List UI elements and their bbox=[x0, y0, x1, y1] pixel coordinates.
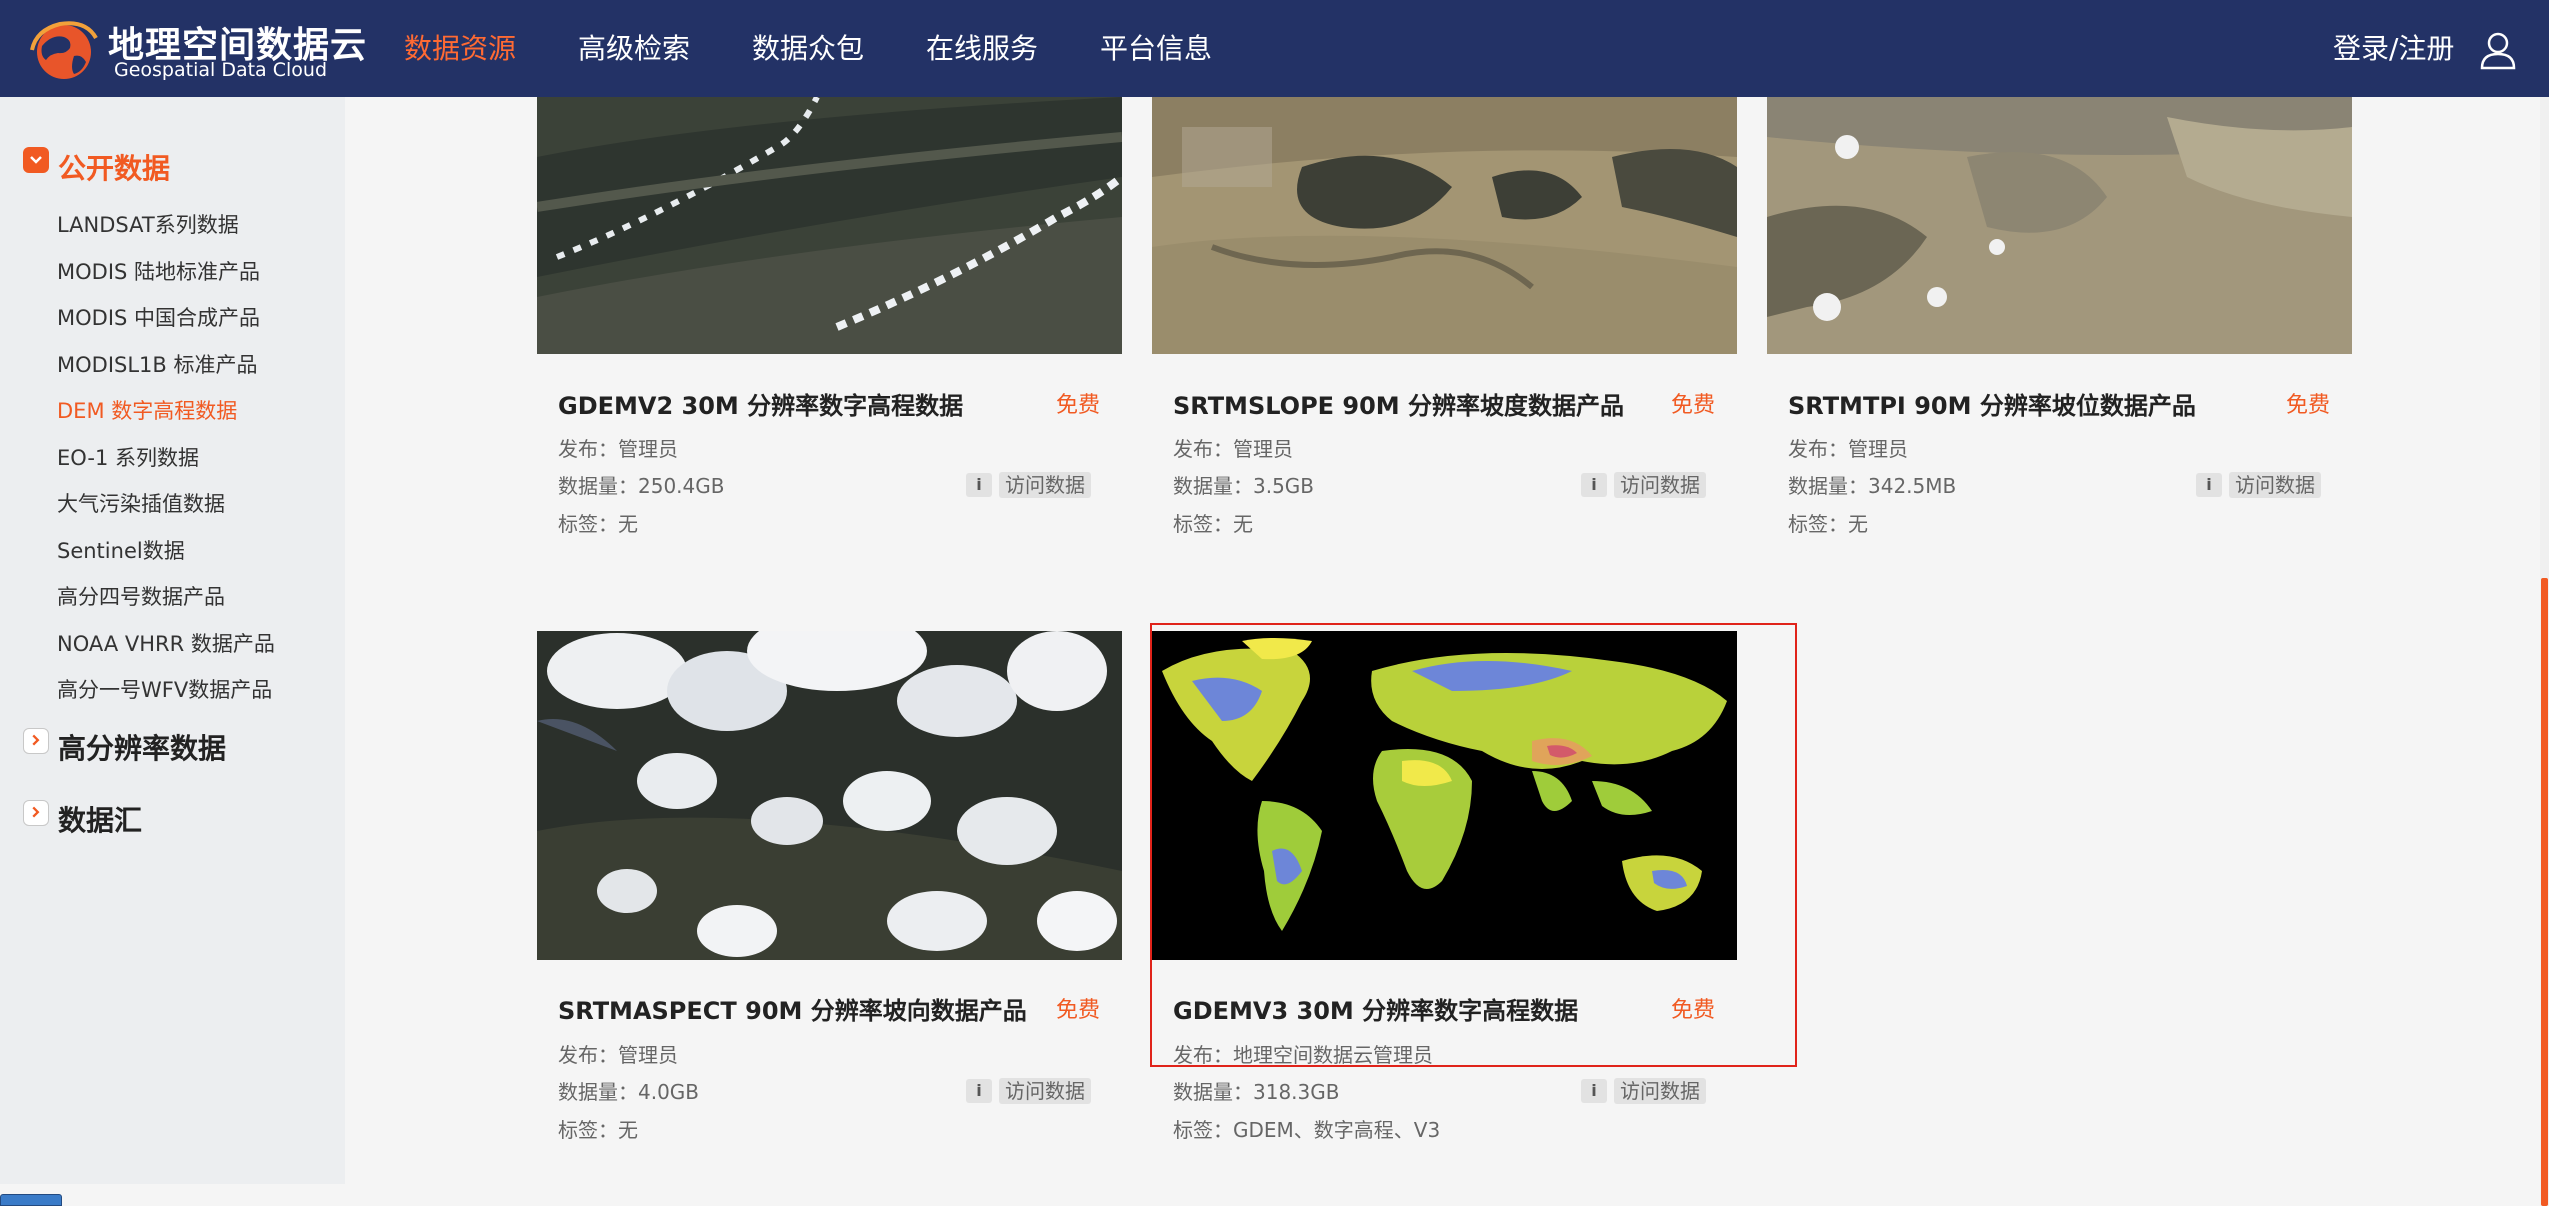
card-tags: 标签：无 bbox=[558, 512, 638, 536]
visit-data-button[interactable]: 访问数据 bbox=[1614, 472, 1706, 498]
info-icon[interactable]: i bbox=[966, 473, 992, 497]
card-thumbnail-gdemv3[interactable] bbox=[1152, 631, 1737, 960]
sidebar-item-modisl1b[interactable]: MODISL1B 标准产品 bbox=[57, 349, 257, 379]
free-badge: 免费 bbox=[1671, 998, 1716, 1023]
chevron-down-icon[interactable] bbox=[23, 147, 49, 173]
info-icon[interactable]: i bbox=[1581, 1079, 1607, 1103]
taskbar-tab[interactable] bbox=[0, 1194, 62, 1206]
card-tags: 标签：无 bbox=[1173, 512, 1253, 536]
card-size: 数据量：250.4GB bbox=[558, 474, 725, 498]
sidebar-item-modis-land[interactable]: MODIS 陆地标准产品 bbox=[57, 256, 260, 286]
card-publisher: 发布：管理员 bbox=[1173, 437, 1293, 461]
visit-data-button[interactable]: 访问数据 bbox=[2229, 472, 2321, 498]
chevron-right-icon[interactable] bbox=[23, 800, 49, 826]
login-register-link[interactable]: 登录/注册 bbox=[2333, 0, 2454, 97]
sidebar-section-public-data[interactable]: 公开数据 bbox=[58, 147, 170, 187]
card-thumbnail-gdemv2[interactable] bbox=[537, 97, 1122, 354]
card-tags: 标签：无 bbox=[558, 1118, 638, 1142]
card-publisher: 发布：管理员 bbox=[1788, 437, 1908, 461]
sidebar-section-high-resolution[interactable]: 高分辨率数据 bbox=[58, 727, 226, 767]
sidebar-item-eo1[interactable]: EO-1 系列数据 bbox=[57, 442, 199, 472]
visit-data-button[interactable]: 访问数据 bbox=[999, 1078, 1091, 1104]
card-title-gdemv3[interactable]: GDEMV3 30M 分辨率数字高程数据 bbox=[1173, 991, 1578, 1026]
nav-advanced-search[interactable]: 高级检索 bbox=[578, 0, 690, 97]
sidebar-item-gf4[interactable]: 高分四号数据产品 bbox=[57, 581, 225, 611]
info-icon[interactable]: i bbox=[2196, 473, 2222, 497]
nav-data-resources[interactable]: 数据资源 bbox=[404, 0, 516, 97]
sidebar-item-sentinel[interactable]: Sentinel数据 bbox=[57, 535, 185, 565]
card-size: 数据量：4.0GB bbox=[558, 1080, 700, 1104]
visit-data-button[interactable]: 访问数据 bbox=[999, 472, 1091, 498]
scrollbar-thumb[interactable] bbox=[2541, 578, 2548, 1206]
info-icon[interactable]: i bbox=[966, 1079, 992, 1103]
free-badge: 免费 bbox=[1671, 393, 1716, 418]
nav-crowdsourcing[interactable]: 数据众包 bbox=[752, 0, 864, 97]
sidebar-item-gf1-wfv[interactable]: 高分一号WFV数据产品 bbox=[57, 674, 272, 704]
card-thumbnail-srtmtpi[interactable] bbox=[1767, 97, 2352, 354]
card-size: 数据量：3.5GB bbox=[1173, 474, 1315, 498]
logo-subtitle: Geospatial Data Cloud bbox=[114, 59, 328, 81]
nav-platform-info[interactable]: 平台信息 bbox=[1100, 0, 1212, 97]
card-title-srtmaspect[interactable]: SRTMASPECT 90M 分辨率坡向数据产品 bbox=[558, 991, 1027, 1026]
sidebar: 公开数据 LANDSAT系列数据 MODIS 陆地标准产品 MODIS 中国合成… bbox=[0, 97, 345, 1184]
card-title-gdemv2[interactable]: GDEMV2 30M 分辨率数字高程数据 bbox=[558, 386, 963, 421]
card-thumbnail-srtmslope[interactable] bbox=[1152, 97, 1737, 354]
free-badge: 免费 bbox=[1056, 998, 1101, 1023]
card-title-srtmslope[interactable]: SRTMSLOPE 90M 分辨率坡度数据产品 bbox=[1173, 386, 1624, 421]
user-icon[interactable] bbox=[2478, 30, 2518, 70]
card-publisher: 发布：地理空间数据云管理员 bbox=[1173, 1043, 1433, 1067]
sidebar-item-modis-china[interactable]: MODIS 中国合成产品 bbox=[57, 302, 260, 332]
card-tags: 标签：GDEM、数字高程、V3 bbox=[1173, 1118, 1441, 1142]
card-title-srtmtpi[interactable]: SRTMTPI 90M 分辨率坡位数据产品 bbox=[1788, 386, 2196, 421]
free-badge: 免费 bbox=[2286, 393, 2331, 418]
info-icon[interactable]: i bbox=[1581, 473, 1607, 497]
sidebar-section-data-hub[interactable]: 数据汇 bbox=[58, 799, 142, 839]
card-publisher: 发布：管理员 bbox=[558, 1043, 678, 1067]
sidebar-item-noaa[interactable]: NOAA VHRR 数据产品 bbox=[57, 628, 275, 658]
sidebar-item-landsat[interactable]: LANDSAT系列数据 bbox=[57, 209, 239, 239]
card-size: 数据量：342.5MB bbox=[1788, 474, 1957, 498]
card-publisher: 发布：管理员 bbox=[558, 437, 678, 461]
globe-logo-icon bbox=[30, 21, 98, 79]
visit-data-button[interactable]: 访问数据 bbox=[1614, 1078, 1706, 1104]
chevron-right-icon[interactable] bbox=[23, 728, 49, 754]
nav-online-services[interactable]: 在线服务 bbox=[926, 0, 1038, 97]
sidebar-item-air-pollution[interactable]: 大气污染插值数据 bbox=[57, 488, 225, 518]
card-thumbnail-srtmaspect[interactable] bbox=[537, 631, 1122, 960]
top-navbar: 地理空间数据云 Geospatial Data Cloud 数据资源 高级检索 … bbox=[0, 0, 2549, 97]
free-badge: 免费 bbox=[1056, 393, 1101, 418]
sidebar-item-dem[interactable]: DEM 数字高程数据 bbox=[57, 395, 237, 425]
card-tags: 标签：无 bbox=[1788, 512, 1868, 536]
card-size: 数据量：318.3GB bbox=[1173, 1080, 1340, 1104]
site-logo[interactable]: 地理空间数据云 Geospatial Data Cloud bbox=[30, 14, 366, 84]
